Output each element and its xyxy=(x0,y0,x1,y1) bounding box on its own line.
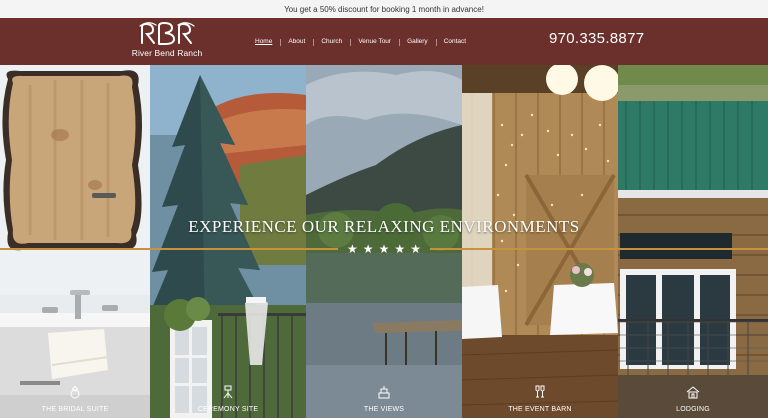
brand-name: River Bend Ranch xyxy=(131,48,203,58)
panel-label-the-views: THE VIEWS xyxy=(363,406,405,413)
nav-gallery[interactable]: Gallery xyxy=(399,38,436,46)
panel-label-ceremony-site: CEREMONY SITE xyxy=(197,406,259,413)
panel-label-bridal-suite: THE BRIDAL SUITE xyxy=(41,406,109,413)
nav-home[interactable]: Home xyxy=(247,38,280,45)
panel-lodging[interactable]: LODGING xyxy=(618,65,768,418)
rbr-logo-mark xyxy=(139,21,195,45)
nav-contact[interactable]: Contact xyxy=(435,38,474,46)
headline-divider-left xyxy=(0,248,338,250)
cottage-icon xyxy=(686,385,700,399)
nav-about[interactable]: About xyxy=(280,38,313,46)
cake-icon xyxy=(377,385,391,399)
ceremony-site-image xyxy=(150,65,306,418)
site-header: River Bend Ranch Home About Church Venue… xyxy=(0,18,768,65)
star-icon: ★ xyxy=(378,242,390,256)
camera-tripod-icon xyxy=(221,385,235,399)
star-icon: ★ xyxy=(362,242,374,256)
rating-stars: ★ ★ ★ ★ ★ xyxy=(347,242,421,256)
champagne-glasses-icon xyxy=(533,385,547,399)
hero-headline: EXPERIENCE OUR RELAXING ENVIRONMENTS xyxy=(188,217,580,236)
star-icon: ★ xyxy=(347,242,358,256)
panel-bridal-suite[interactable]: THE BRIDAL SUITE xyxy=(0,65,150,418)
panel-event-barn[interactable]: THE EVENT BARN xyxy=(462,65,618,418)
panel-label-lodging: LODGING xyxy=(676,406,710,413)
lodging-image xyxy=(618,65,768,418)
event-barn-image xyxy=(462,65,618,418)
star-icon: ★ xyxy=(410,242,421,256)
nav-venue-tour[interactable]: Venue Tour xyxy=(350,38,399,46)
diamond-ring-icon xyxy=(68,385,82,399)
panel-label-event-barn: THE EVENT BARN xyxy=(508,406,572,413)
brand-logo[interactable]: River Bend Ranch xyxy=(128,21,206,63)
headline-divider-right xyxy=(430,248,768,250)
panel-ceremony-site[interactable]: CEREMONY SITE xyxy=(150,65,306,418)
bridal-suite-image xyxy=(0,65,150,418)
star-icon: ★ xyxy=(394,242,406,256)
nav-church[interactable]: Church xyxy=(313,38,350,46)
main-nav: Home About Church Venue Tour Gallery Con… xyxy=(247,18,474,65)
venue-gallery: THE BRIDAL SUITE CEREMONY SITE THE VIEWS… xyxy=(0,65,768,418)
phone-number[interactable]: 970.335.8877 xyxy=(549,30,644,47)
announcement-text: You get a 50% discount for booking 1 mon… xyxy=(284,4,484,14)
announcement-bar: You get a 50% discount for booking 1 mon… xyxy=(0,0,768,18)
